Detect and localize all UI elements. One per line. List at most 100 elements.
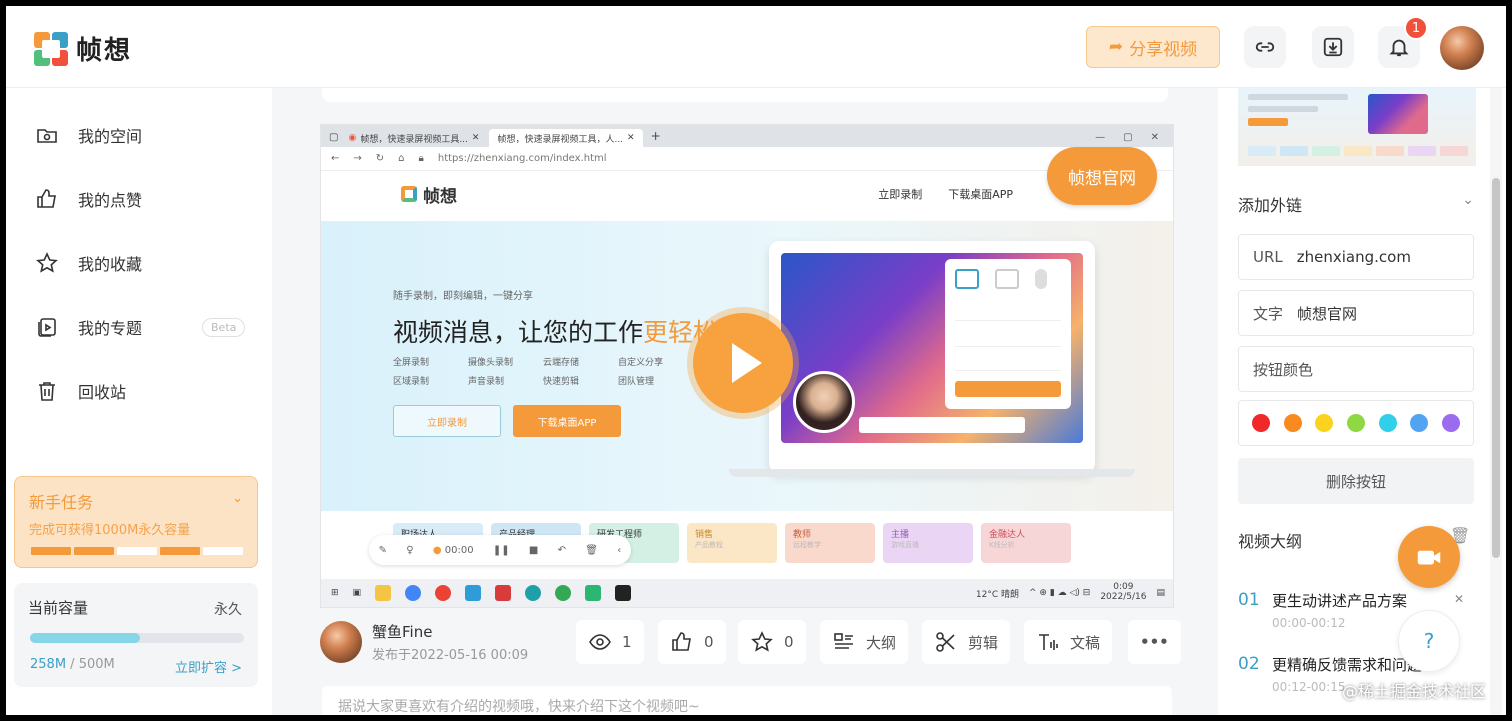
feature-item: 云端存储	[543, 358, 580, 368]
recorded-tab: ◉ 帧想，快速录屏视频工具... ✕	[348, 133, 480, 145]
transcript-icon	[1039, 634, 1058, 650]
like-button[interactable]: 0	[658, 620, 726, 664]
app-icon	[465, 585, 482, 601]
newbie-task-card[interactable]: 新手任务 完成可获得1000M永久容量 ⌄	[14, 476, 258, 568]
outline-text: 更生动讲述产品方案	[1272, 592, 1408, 610]
notification-badge: 1	[1404, 16, 1428, 40]
watermark: @稀土掘金技术社区	[1342, 682, 1487, 701]
bell-icon[interactable]: 1	[1378, 16, 1428, 68]
main-content: ▢ ◉ 帧想，快速录屏视频工具... ✕ 帧想，快速录屏视频工具，人... ✕ …	[272, 88, 1218, 715]
feature-item: 声音录制	[468, 377, 505, 387]
transcript-label: 文稿	[1070, 633, 1101, 652]
notification-tray-icon: ▤	[1156, 588, 1165, 598]
recorded-address-bar: ← → ↻ ⌂ 🔒︎ https://zhenxiang.com/index.h…	[321, 147, 1173, 171]
sidebar-item-recycle-bin[interactable]: 回收站	[34, 378, 126, 404]
more-button[interactable]: •••	[1128, 620, 1181, 664]
color-swatch-yellow[interactable]	[1315, 414, 1334, 432]
persona-card-title: 销售	[695, 530, 714, 540]
persona-card-sub: 产品教程	[695, 541, 723, 549]
eye-icon	[589, 634, 611, 650]
more-icon: •••	[1140, 633, 1169, 651]
taskbar-date: 2022/5/16	[1100, 592, 1147, 602]
persona-card: 教师 远程教学	[785, 523, 875, 563]
text-value: 帧想官网	[1297, 304, 1358, 323]
color-swatch-purple[interactable]	[1442, 414, 1461, 432]
app-icon	[585, 585, 602, 601]
storage-term: 永久	[214, 602, 242, 618]
video-player[interactable]: ▢ ◉ 帧想，快速录屏视频工具... ✕ 帧想，快速录屏视频工具，人... ✕ …	[320, 124, 1174, 608]
window-controls: — ▢ ✕	[1095, 132, 1159, 143]
color-swatch-red[interactable]	[1251, 414, 1270, 432]
recording-panel	[945, 259, 1071, 409]
author-info: 蟹鱼Fine 发布于2022-05-16 00:09	[372, 621, 528, 663]
persona-card: 金融达人 K线分析	[981, 523, 1071, 563]
favorite-button[interactable]: 0	[738, 620, 806, 664]
link-icon[interactable]	[1244, 26, 1286, 68]
scroll-thumb[interactable]	[1492, 178, 1500, 558]
sidebar-item-my-favorites[interactable]: 我的收藏	[34, 250, 142, 276]
recording-control-bar: ✎ ♀ ● 00:00 ❚❚ ■ ↶ 🗑︎ ‹	[369, 535, 631, 565]
thumbs-up-icon	[34, 186, 60, 212]
outline-time: 00:12-00:15	[1272, 680, 1346, 694]
recording-toolstrip	[859, 417, 1025, 433]
sidebar-item-label: 我的点赞	[78, 191, 143, 210]
share-label: 分享视频	[1129, 39, 1198, 60]
chevron-down-icon[interactable]: ⌄	[232, 491, 243, 506]
sidebar-item-my-likes[interactable]: 我的点赞	[34, 186, 142, 212]
lock-icon: 🔒︎	[418, 153, 424, 164]
right-scrollbar[interactable]	[1490, 88, 1502, 715]
camera-icon	[1417, 550, 1441, 565]
recorded-taskbar: ⊞ ▣ 12°C 晴朗 ^ ⊕ ▮ ☁ ◁) ⊟ 0:09 2022/5/16	[321, 579, 1173, 607]
edge-icon	[525, 585, 542, 601]
laptop-screen	[781, 253, 1083, 443]
color-swatch-blue[interactable]	[1410, 414, 1429, 432]
outline-button[interactable]: 大纲	[820, 620, 909, 664]
likes-value: 0	[704, 633, 714, 651]
chevron-down-icon[interactable]: ⌄	[1462, 192, 1474, 208]
views-value: 1	[622, 633, 632, 651]
author-name[interactable]: 蟹鱼Fine	[372, 621, 528, 642]
hero-features: 全屏录制 摄像头录制 云端存储 自定义分享 区域录制 声音录制 快速剪辑 团队管…	[393, 355, 693, 387]
sidebar-item-my-space[interactable]: 我的空间	[34, 122, 142, 148]
play-button[interactable]	[693, 313, 793, 413]
recorded-nav-item: 立即录制	[878, 188, 923, 201]
url-label: URL	[1253, 248, 1283, 266]
chrome-icon	[405, 585, 422, 601]
taskbar-time: 0:09	[1113, 582, 1134, 593]
taskbar-tray: 12°C 晴朗 ^ ⊕ ▮ ☁ ◁) ⊟ 0:09 2022/5/16 ▤	[976, 582, 1165, 603]
trash-icon	[34, 378, 60, 404]
feature-item: 自定义分享	[618, 358, 664, 368]
author-avatar[interactable]	[320, 621, 362, 663]
record-fab-button[interactable]	[1398, 526, 1460, 588]
close-icon[interactable]: ✕	[1454, 592, 1464, 606]
official-site-link-button[interactable]: 帧想官网	[1047, 147, 1157, 205]
description-input[interactable]: 据说大家更喜欢有介绍的视频哦，快来介绍下这个视频吧~	[322, 686, 1172, 715]
app-icon	[615, 585, 632, 601]
sidebar-item-my-topics[interactable]: 我的专题	[34, 314, 142, 340]
color-swatch-cyan[interactable]	[1378, 414, 1397, 432]
app-logo[interactable]: 帧想	[34, 30, 132, 67]
beta-badge: Beta	[202, 318, 246, 337]
outline-time: 00:00-00:12	[1272, 616, 1346, 630]
share-video-button[interactable]: ➦ 分享视频	[1086, 26, 1220, 68]
persona-card-title: 主播	[891, 530, 910, 540]
collapse-icon: ‹	[617, 544, 622, 556]
star-icon	[34, 250, 60, 276]
color-swatch-orange[interactable]	[1283, 414, 1302, 432]
url-field[interactable]: URL zhenxiang.com	[1238, 234, 1474, 280]
download-icon[interactable]	[1312, 26, 1354, 68]
transcript-button[interactable]: 文稿	[1024, 620, 1113, 664]
sidebar-item-label: 回收站	[78, 383, 127, 402]
video-thumbnail-preview[interactable]	[1238, 88, 1476, 166]
recorded-tab-title: 帧想，快速录屏视频工具，人...	[497, 134, 624, 145]
expand-storage-link[interactable]: 立即扩容 >	[175, 657, 242, 676]
feature-item: 摄像头录制	[468, 358, 514, 368]
text-field[interactable]: 文字 帧想官网	[1238, 290, 1474, 336]
help-button[interactable]: ?	[1398, 610, 1460, 672]
color-swatch-green[interactable]	[1346, 414, 1365, 432]
edit-button[interactable]: 剪辑	[922, 620, 1011, 664]
file-explorer-icon	[375, 585, 392, 601]
user-avatar[interactable]	[1440, 26, 1484, 70]
delete-button[interactable]: 删除按钮	[1238, 458, 1474, 504]
storage-progress-track	[30, 633, 244, 643]
